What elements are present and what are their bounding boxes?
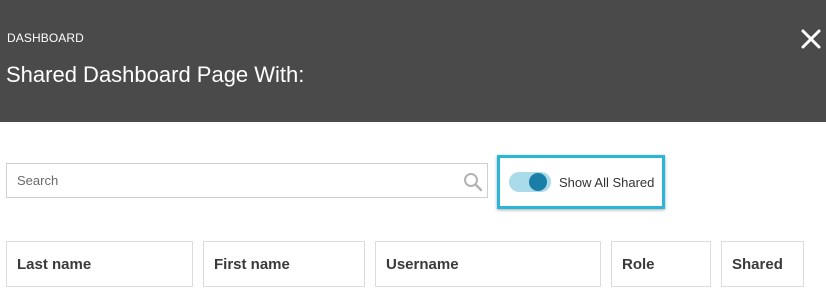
column-header-role[interactable]: Role (611, 241, 711, 287)
search-input[interactable] (7, 164, 447, 197)
column-header-label: Last name (17, 256, 92, 273)
column-header-label: Shared (732, 256, 783, 273)
section-label: DASHBOARD (7, 31, 84, 45)
dialog-title: Shared Dashboard Page With: (6, 62, 305, 87)
column-header-label: First name (214, 256, 290, 273)
column-header-label: Username (386, 256, 459, 273)
show-all-shared-highlight: Show All Shared (497, 155, 665, 209)
toggle-knob (529, 173, 547, 191)
column-header-first-name[interactable]: First name (203, 241, 365, 287)
close-icon[interactable] (798, 26, 824, 52)
column-header-last-name[interactable]: Last name (6, 241, 193, 287)
column-header-shared[interactable]: Shared (721, 241, 804, 287)
show-all-shared-toggle[interactable] (509, 172, 551, 192)
search-box (6, 163, 488, 198)
search-icon[interactable] (462, 171, 484, 193)
column-header-label: Role (622, 256, 655, 273)
show-all-shared-label: Show All Shared (559, 175, 655, 190)
column-header-username[interactable]: Username (375, 241, 601, 287)
dialog-header: DASHBOARD Shared Dashboard Page With: (0, 0, 826, 122)
